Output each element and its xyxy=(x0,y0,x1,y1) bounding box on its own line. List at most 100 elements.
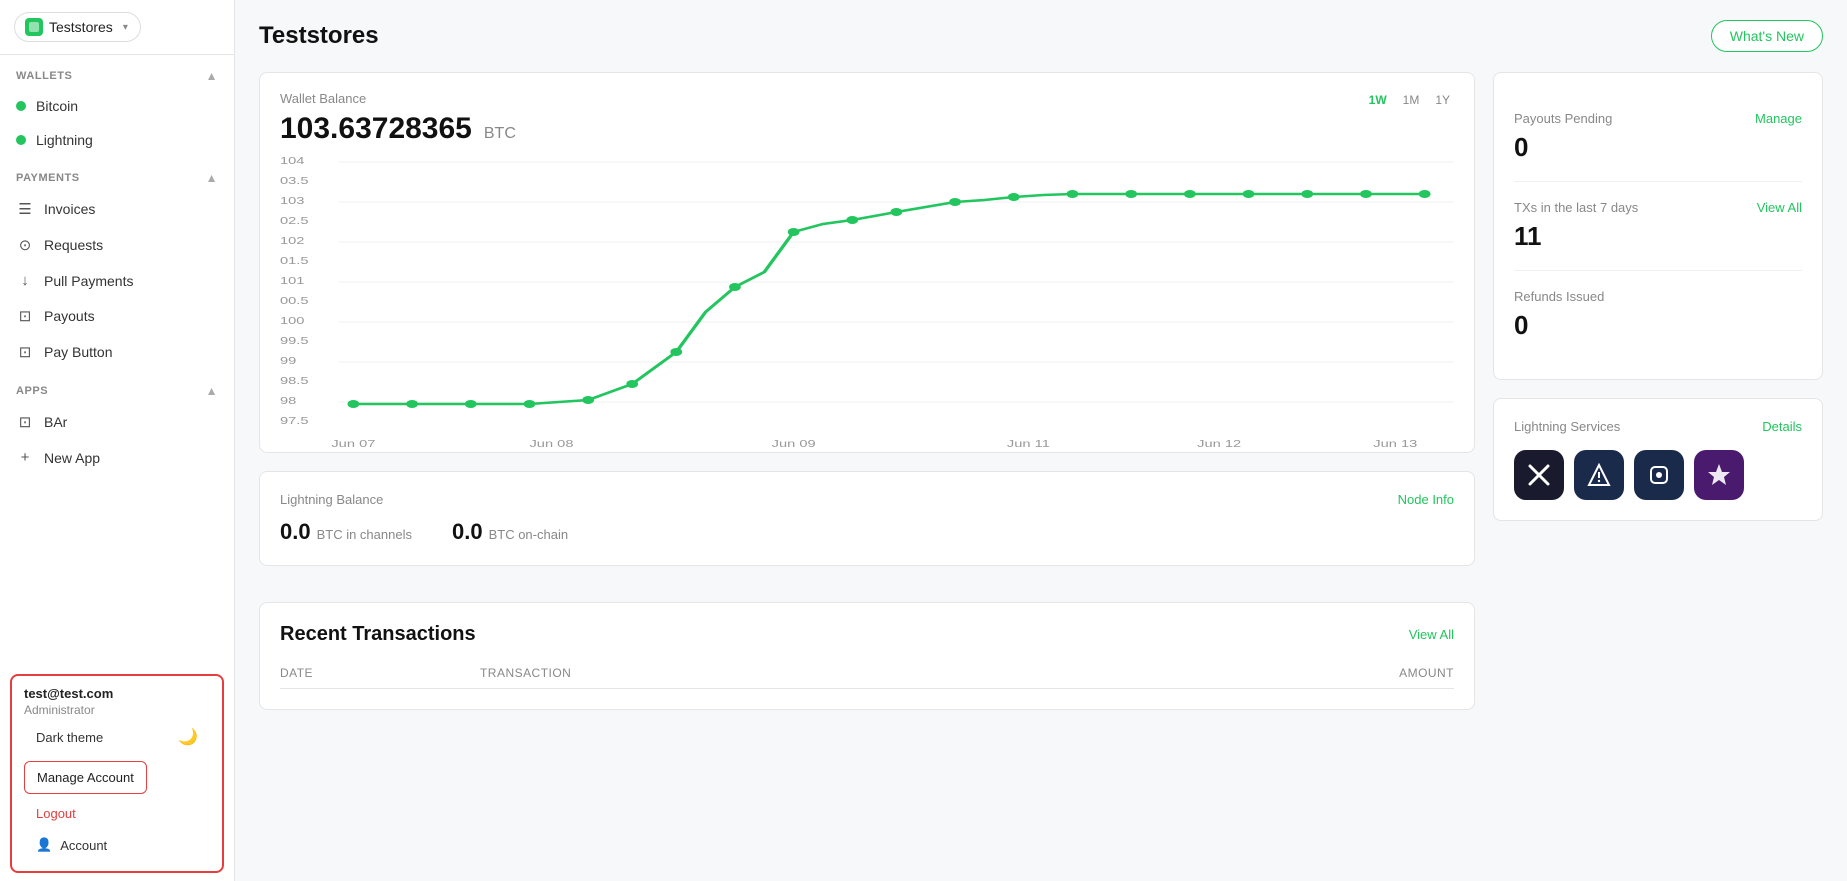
time-filter-1w[interactable]: 1W xyxy=(1365,91,1391,109)
wallet-chart: 104 03.5 103 02.5 102 01.5 101 00.5 100 … xyxy=(280,152,1454,452)
bar-label: BAr xyxy=(44,414,67,430)
sidebar-item-requests[interactable]: ⊙ Requests xyxy=(0,227,234,263)
manage-account-button[interactable]: Manage Account xyxy=(24,761,147,794)
lightning-status-dot xyxy=(16,135,26,145)
wallets-section-header: WALLETS ▲ xyxy=(0,55,234,89)
svg-text:Jun 13: Jun 13 xyxy=(1373,438,1417,449)
lightning-balance-label: Lightning Balance xyxy=(280,492,383,507)
sidebar-item-lightning[interactable]: Lightning xyxy=(0,123,234,157)
col-transaction: Transaction xyxy=(480,666,1254,680)
sidebar-item-bitcoin[interactable]: Bitcoin xyxy=(0,89,234,123)
dashboard-grid: Wallet Balance 103.63728365 BTC 1W 1M 1Y xyxy=(259,72,1823,710)
lightning-on-chain: 0.0 BTC on-chain xyxy=(452,519,568,545)
transactions-header: Recent Transactions View All xyxy=(280,623,1454,646)
account-person-icon: 👤 xyxy=(36,837,52,853)
transactions-view-all[interactable]: View All xyxy=(1409,627,1454,642)
svg-text:98: 98 xyxy=(280,395,296,406)
payments-collapse-icon[interactable]: ▲ xyxy=(206,171,218,185)
page-title: Teststores xyxy=(259,22,379,50)
col-amount: Amount xyxy=(1254,666,1454,680)
service-icon-2[interactable] xyxy=(1574,450,1624,500)
account-bottom-label: Account xyxy=(60,838,107,853)
account-panel: test@test.com Administrator Dark theme 🌙… xyxy=(10,674,224,873)
sidebar-item-bar[interactable]: ⊡ BAr xyxy=(0,404,234,440)
wallet-amount: 103.63728365 xyxy=(280,112,472,146)
service-icon-1[interactable] xyxy=(1514,450,1564,500)
logout-link[interactable]: Logout xyxy=(24,798,210,829)
store-icon xyxy=(25,18,43,36)
txs-stat: TXs in the last 7 days View All 11 xyxy=(1514,182,1802,271)
apps-section-header: APPS ▲ xyxy=(0,370,234,404)
services-header: Lightning Services Details xyxy=(1514,419,1802,434)
svg-text:Jun 07: Jun 07 xyxy=(331,438,375,449)
wallet-header: Wallet Balance 103.63728365 BTC 1W 1M 1Y xyxy=(280,91,1454,146)
payouts-label: Payouts xyxy=(44,308,95,324)
details-link[interactable]: Details xyxy=(1762,419,1802,434)
txs-value: 11 xyxy=(1514,221,1802,252)
manage-link[interactable]: Manage xyxy=(1755,111,1802,126)
pay-button-icon: ⊡ xyxy=(16,343,34,361)
in-channels-unit: BTC in channels xyxy=(317,527,412,542)
svg-text:104: 104 xyxy=(280,155,304,166)
sidebar: Teststores ▾ WALLETS ▲ Bitcoin Lightning… xyxy=(0,0,235,881)
right-column: Payouts Pending Manage 0 TXs in the last… xyxy=(1493,72,1823,710)
svg-text:Jun 08: Jun 08 xyxy=(529,438,573,449)
stats-card: Payouts Pending Manage 0 TXs in the last… xyxy=(1493,72,1823,380)
sidebar-item-invoices[interactable]: ☰ Invoices xyxy=(0,191,234,227)
requests-label: Requests xyxy=(44,237,103,253)
top-bar: Teststores What's New xyxy=(259,20,1823,52)
moon-icon[interactable]: 🌙 xyxy=(178,727,198,747)
svg-text:03.5: 03.5 xyxy=(280,175,309,186)
whats-new-button[interactable]: What's New xyxy=(1711,20,1823,52)
invoices-label: Invoices xyxy=(44,201,95,217)
pull-payments-label: Pull Payments xyxy=(44,273,133,289)
wallet-balance-label: Wallet Balance xyxy=(280,91,516,106)
lightning-balance-card: Lightning Balance Node Info 0.0 BTC in c… xyxy=(259,471,1475,566)
payouts-pending-value: 0 xyxy=(1514,132,1802,163)
service-icon-3[interactable] xyxy=(1634,450,1684,500)
store-selector[interactable]: Teststores ▾ xyxy=(0,0,234,55)
payouts-pending-stat: Payouts Pending Manage 0 xyxy=(1514,93,1802,182)
chevron-down-icon: ▾ xyxy=(123,22,128,33)
svg-text:99.5: 99.5 xyxy=(280,335,309,346)
sidebar-item-pull-payments[interactable]: ↓ Pull Payments xyxy=(0,263,234,298)
lightning-label: Lightning xyxy=(36,132,93,148)
lightning-in-channels: 0.0 BTC in channels xyxy=(280,519,412,545)
on-chain-unit: BTC on-chain xyxy=(489,527,568,542)
wallets-collapse-icon[interactable]: ▲ xyxy=(206,69,218,83)
sidebar-item-payouts[interactable]: ⊡ Payouts xyxy=(0,298,234,334)
lightning-services-card: Lightning Services Details xyxy=(1493,398,1823,521)
in-channels-value: 0.0 xyxy=(280,519,311,545)
service-icon-4[interactable] xyxy=(1694,450,1744,500)
dark-theme-row: Dark theme 🌙 xyxy=(24,717,210,757)
on-chain-value: 0.0 xyxy=(452,519,483,545)
wallet-unit: BTC xyxy=(484,125,516,143)
col-date: Date xyxy=(280,666,480,680)
lightning-header: Lightning Balance Node Info xyxy=(280,492,1454,507)
sidebar-item-new-app[interactable]: + New App xyxy=(0,440,234,475)
recent-transactions-card: Recent Transactions View All Date Transa… xyxy=(259,602,1475,710)
time-filters: 1W 1M 1Y xyxy=(1365,91,1454,109)
time-filter-1y[interactable]: 1Y xyxy=(1431,91,1454,109)
apps-collapse-icon[interactable]: ▲ xyxy=(206,384,218,398)
sidebar-item-pay-button[interactable]: ⊡ Pay Button xyxy=(0,334,234,370)
svg-text:97.5: 97.5 xyxy=(280,415,309,426)
time-filter-1m[interactable]: 1M xyxy=(1399,91,1424,109)
sidebar-item-account[interactable]: 👤 Account xyxy=(24,829,210,861)
refunds-stat: Refunds Issued 0 xyxy=(1514,271,1802,359)
svg-text:Jun 11: Jun 11 xyxy=(1007,438,1050,449)
main-content: Teststores What's New Wallet Balance 103… xyxy=(235,0,1847,881)
store-name: Teststores xyxy=(49,19,113,35)
bar-icon: ⊡ xyxy=(16,413,34,431)
svg-text:101: 101 xyxy=(280,275,304,286)
payments-section-header: PAYMENTS ▲ xyxy=(0,157,234,191)
svg-text:98.5: 98.5 xyxy=(280,375,309,386)
bitcoin-status-dot xyxy=(16,101,26,111)
account-role: Administrator xyxy=(24,703,210,717)
txs-view-all[interactable]: View All xyxy=(1757,200,1802,215)
svg-text:Jun 09: Jun 09 xyxy=(772,438,816,449)
wallet-balance-card: Wallet Balance 103.63728365 BTC 1W 1M 1Y xyxy=(259,72,1475,453)
new-app-label: New App xyxy=(44,450,100,466)
node-info-link[interactable]: Node Info xyxy=(1398,492,1454,507)
payouts-icon: ⊡ xyxy=(16,307,34,325)
